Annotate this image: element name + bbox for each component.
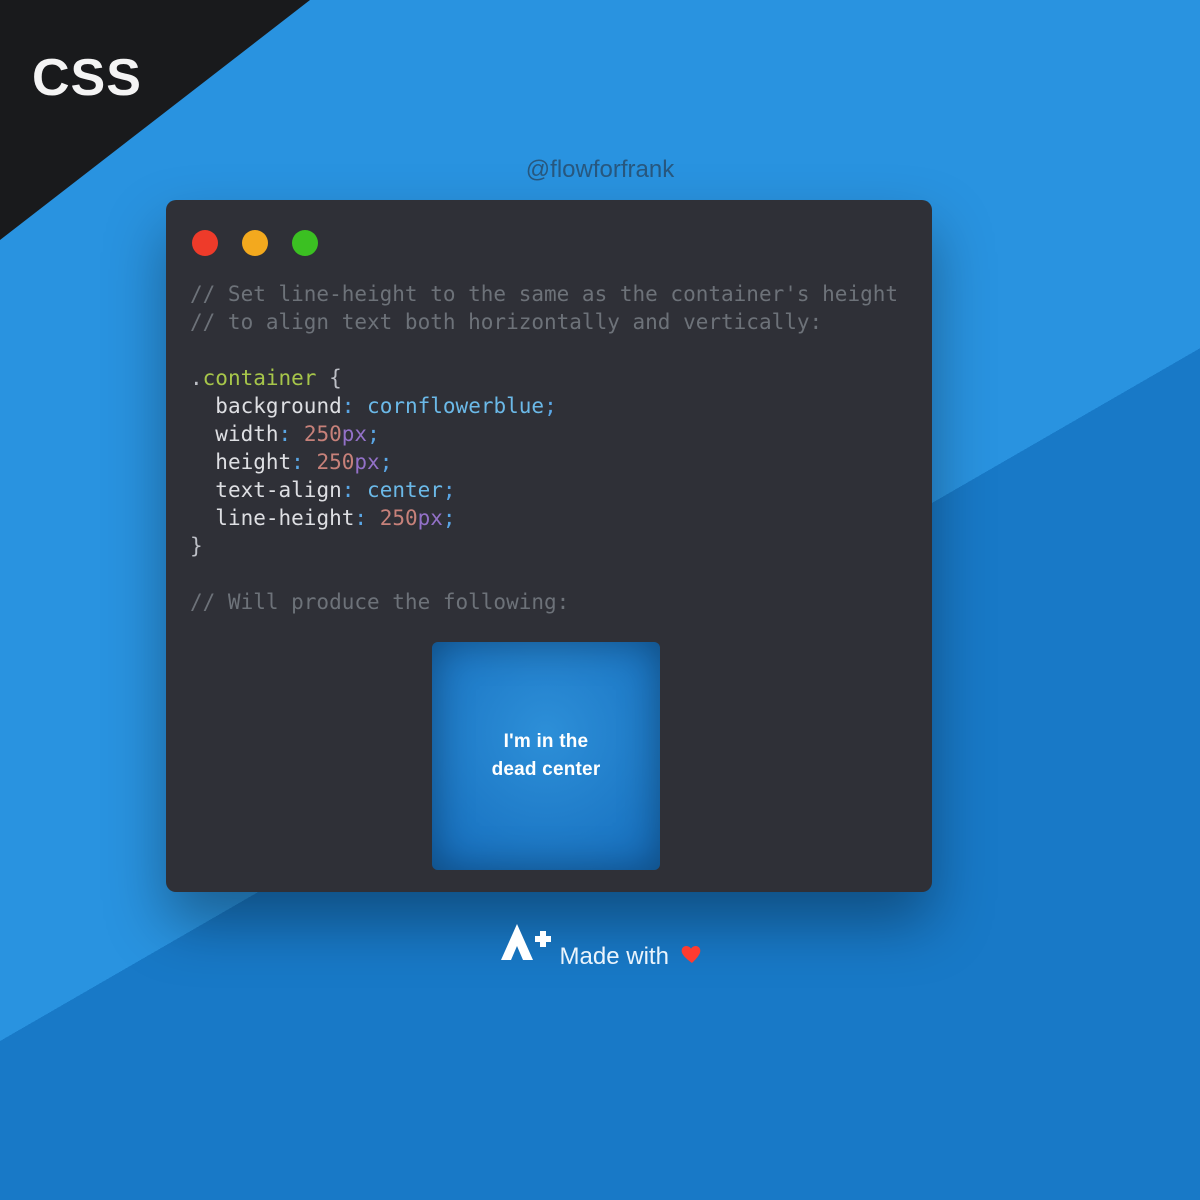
minimize-icon xyxy=(242,230,268,256)
author-handle: @flowforfrank xyxy=(0,156,1200,184)
code-prop: height xyxy=(215,450,291,474)
code-comment: // to align text both horizontally and v… xyxy=(190,310,822,334)
demo-text-line: I'm in the xyxy=(504,728,589,756)
code-comment: // Set line-height to the same as the co… xyxy=(190,282,898,306)
window-controls xyxy=(190,226,908,256)
code-number: 250 xyxy=(380,506,418,530)
made-with-label: Made with xyxy=(560,942,705,973)
code-prop: width xyxy=(215,422,278,446)
code-unit: px xyxy=(342,422,367,446)
close-icon xyxy=(192,230,218,256)
maximize-icon xyxy=(292,230,318,256)
code-comment: // Will produce the following: xyxy=(190,590,569,614)
code-prop: line-height xyxy=(215,506,354,530)
heart-icon xyxy=(679,942,705,973)
code-value: center xyxy=(367,478,443,502)
demo-text-line: dead center xyxy=(492,756,601,784)
code-value: cornflowerblue xyxy=(367,394,544,418)
code-number: 250 xyxy=(304,422,342,446)
code-prop: text-align xyxy=(215,478,341,502)
code-selector: container xyxy=(203,366,317,390)
logo-icon xyxy=(495,920,555,964)
badge-label: CSS xyxy=(32,48,142,108)
code-block: // Set line-height to the same as the co… xyxy=(190,280,908,616)
canvas: CSS @flowforfrank // Set line-height to … xyxy=(0,0,1200,1200)
code-unit: px xyxy=(418,506,443,530)
code-prop: background xyxy=(215,394,341,418)
code-number: 250 xyxy=(316,450,354,474)
code-editor-window: // Set line-height to the same as the co… xyxy=(166,200,932,892)
demo-box: I'm in the dead center xyxy=(432,642,660,870)
code-unit: px xyxy=(354,450,379,474)
footer: Made with xyxy=(0,920,1200,973)
made-with-text: Made with xyxy=(560,943,669,971)
